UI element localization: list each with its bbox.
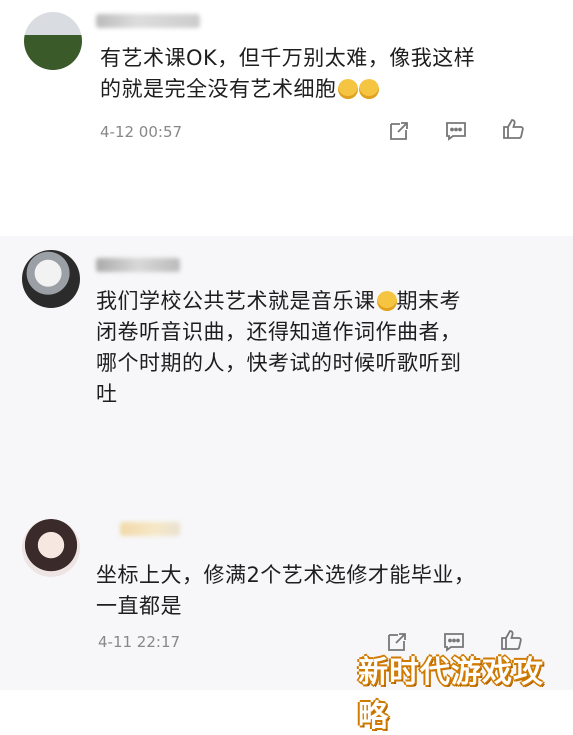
share-icon[interactable]	[387, 119, 411, 143]
avatar[interactable]	[22, 519, 80, 577]
comment-line: 一直都是	[96, 594, 182, 618]
comment-line: 哪个时期的人，快考试的时候听歌听到	[96, 351, 462, 375]
comment-timestamp: 4-11 22:17	[98, 633, 181, 651]
laugh-cry-emoji-icon	[337, 79, 358, 99]
divider	[0, 214, 573, 236]
comment-line-text: 我们学校公共艺术就是音乐课	[96, 289, 376, 313]
comment-line: 的就是完全没有艺术细胞	[100, 74, 540, 105]
avatar[interactable]	[22, 250, 80, 308]
like-icon[interactable]	[501, 117, 525, 141]
comment-line: 吐	[96, 382, 118, 406]
comment-line-text: 的就是完全没有艺术细胞	[100, 77, 337, 101]
username-blurred	[96, 14, 200, 28]
comment-line: 我们学校公共艺术就是音乐课 期末考	[96, 286, 526, 317]
avatar[interactable]	[24, 12, 82, 70]
comment-line: 坐标上大，修满2个艺术选修才能毕业，	[96, 563, 476, 587]
drooling-emoji-icon	[376, 291, 397, 311]
comment-text: 我们学校公共艺术就是音乐课 期末考 闭卷听音识曲，还得知道作词作曲者， 哪个时期的…	[96, 286, 526, 410]
comment-text: 坐标上大，修满2个艺术选修才能毕业， 一直都是	[96, 560, 526, 622]
comment-timestamp: 4-12 00:57	[100, 123, 183, 141]
username-blurred	[120, 522, 180, 536]
laugh-cry-emoji-icon	[358, 79, 379, 99]
username-blurred	[96, 258, 180, 272]
comment-line: 有艺术课OK，但千万别太难，像我这样	[100, 46, 476, 70]
comment-card-1	[0, 0, 573, 214]
watermark-text: 新时代游戏攻略	[358, 655, 544, 734]
comment-line: 闭卷听音识曲，还得知道作词作曲者，	[96, 320, 462, 344]
comment-icon[interactable]	[444, 119, 468, 143]
comment-line-text: 期末考	[396, 289, 461, 313]
comment-text: 有艺术课OK，但千万别太难，像我这样 的就是完全没有艺术细胞	[100, 43, 540, 105]
